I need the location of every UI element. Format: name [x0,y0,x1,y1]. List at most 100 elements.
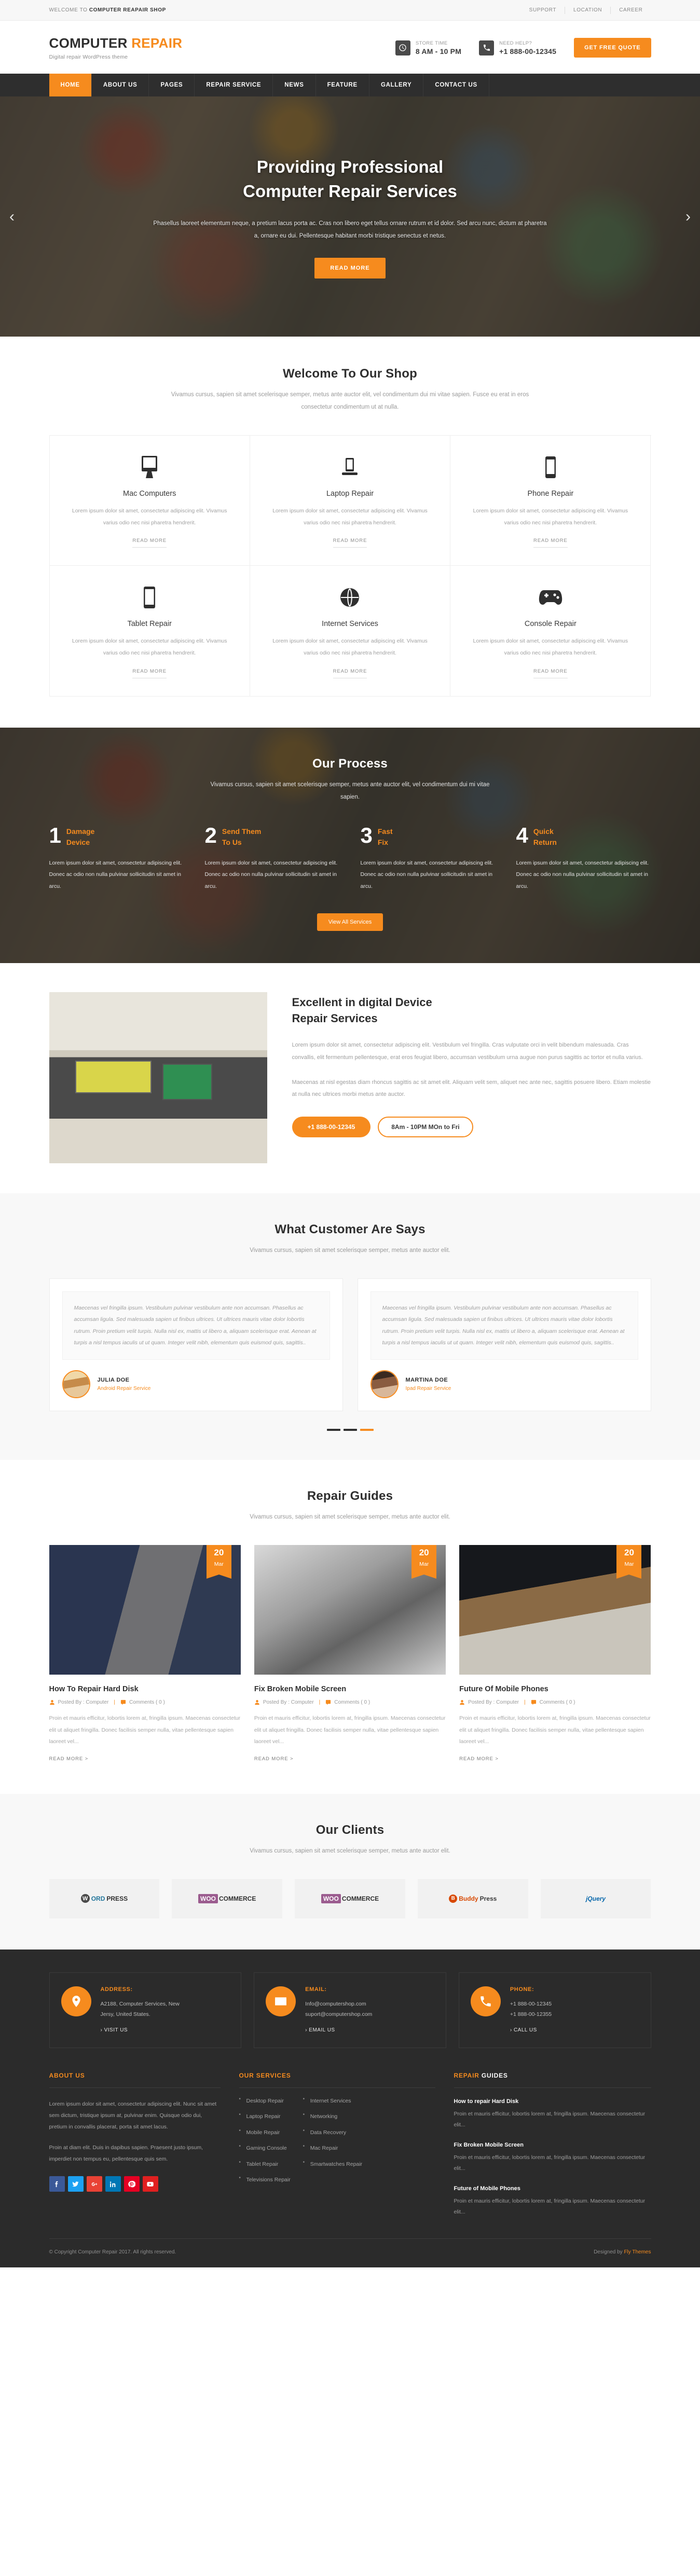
list-item[interactable]: Mac Repair [303,2145,362,2162]
service-read-more-link[interactable]: READ MORE [132,538,167,548]
excellent-hours-button[interactable]: 8Am - 10PM MOn to Fri [378,1116,473,1137]
list-item[interactable]: Tablet Repair [239,2161,291,2178]
globe-icon [268,586,432,609]
clients-title: Our Clients [315,1822,385,1837]
topbar-link-support[interactable]: SUPPORT [521,7,565,14]
service-card-internet-services[interactable]: Internet Services Lorem ipsum dolor sit … [250,566,451,697]
excellent-phone-button[interactable]: +1 888-00-12345 [292,1116,371,1137]
blog-author-meta: Posted By : Computer [459,1700,519,1705]
footer-contact-cards: ADDRESS: A2188, Computer Services, New J… [49,1972,651,2048]
pinterest-icon[interactable] [123,2176,140,2192]
list-item[interactable]: Smartwatches Repair [303,2161,362,2178]
service-read-more-link[interactable]: READ MORE [333,538,367,548]
list-item[interactable]: Mobile Repair [239,2129,291,2146]
service-card-tablet-repair[interactable]: Tablet Repair Lorem ipsum dolor sit amet… [49,566,250,697]
topbar-link-location[interactable]: LOCATION [565,6,610,14]
blog-card[interactable]: 20 Mar How To Repair Hard Disk Posted By… [49,1545,241,1763]
nav-item-feature[interactable]: FEATURE [316,74,369,96]
blog-post-title[interactable]: Future Of Mobile Phones [459,1685,651,1693]
nav-item-home[interactable]: HOME [49,74,92,96]
footer-guide-item[interactable]: Fix Broken Mobile Screen Proin et mauris… [454,2142,651,2174]
logo-tagline: Digital repair WordPress theme [49,54,128,60]
blog-post-title[interactable]: Fix Broken Mobile Screen [254,1685,446,1693]
list-item[interactable]: Laptop Repair [239,2113,291,2130]
nav-item-contact-us[interactable]: CONTACT US [423,74,489,96]
list-item[interactable]: Networking [303,2113,362,2130]
service-card-console-repair[interactable]: Console Repair Lorem ipsum dolor sit ame… [450,566,651,697]
blog-post-meta: Posted By : Computer | Comments ( 0 ) [254,1700,446,1705]
facebook-icon[interactable] [49,2176,65,2192]
repair-guides-section: Repair Guides Vivamus cursus, sapien sit… [0,1460,700,1794]
process-step-label: Damage Device [66,825,94,848]
blog-read-more-link[interactable]: READ MORE > [49,1756,89,1762]
blog-card[interactable]: 20 Mar Future Of Mobile Phones Posted By… [459,1545,651,1763]
hero-read-more-button[interactable]: READ MORE [314,258,386,279]
linkedin-icon[interactable] [105,2176,121,2192]
blog-read-more-link[interactable]: READ MORE > [254,1756,294,1762]
process-step-description: Lorem ipsum dolor sit amet, consectetur … [204,859,338,889]
client-logo-label: WOO [321,1893,341,1903]
list-item[interactable]: Internet Services [303,2098,362,2114]
hero-prev-arrow[interactable]: ‹ [9,208,15,225]
blog-card[interactable]: 20 Mar Fix Broken Mobile Screen Posted B… [254,1545,446,1763]
service-read-more-link[interactable]: READ MORE [533,538,568,548]
footer-call-us-link[interactable]: › CALL US [510,2027,537,2033]
blog-post-excerpt: Proin et mauris efficitur, lobortis lore… [254,1715,446,1745]
list-item[interactable]: Desktop Repair [239,2098,291,2114]
topbar-link-career[interactable]: CAREER [610,6,651,14]
client-logos: W ORD PRESS WOO COMMERCE WOO COMMERCE B Bud… [49,1878,651,1918]
client-logo-woocommerce[interactable]: WOO COMMERCE [172,1878,283,1918]
blog-post-title[interactable]: How To Repair Hard Disk [49,1685,241,1693]
footer-guide-item[interactable]: Future of Mobile Phones Proin et mauris … [454,2185,651,2218]
client-logo-jquery[interactable]: jQuery [540,1878,651,1918]
service-description: Lorem ipsum dolor sit amet, consectetur … [72,638,227,656]
nav-item-gallery[interactable]: GALLERY [369,74,424,96]
blog-thumbnail[interactable]: 20 Mar [459,1545,651,1675]
list-item[interactable]: Gaming Console [239,2145,291,2162]
smartphone-icon [468,455,633,479]
twitter-icon[interactable] [67,2176,84,2192]
client-logo-wordpress[interactable]: W ORD PRESS [49,1878,160,1918]
blog-author-meta: Posted By : Computer [254,1700,314,1705]
service-name: Phone Repair [527,490,574,498]
footer-visit-us-link[interactable]: › VISIT US [101,2027,128,2033]
service-description: Lorem ipsum dolor sit amet, consectetur … [272,638,428,656]
user-icon [460,1700,464,1705]
service-read-more-link[interactable]: READ MORE [533,669,568,678]
fly-themes-link[interactable]: Fly Themes [624,2249,651,2255]
hero-title-line2: Computer Repair Services [243,182,457,201]
client-logo-buddypress[interactable]: B Buddy Press [417,1878,528,1918]
service-name: Laptop Repair [326,490,374,498]
nav-item-repair-service[interactable]: REPAIR SERVICE [195,74,273,96]
carousel-dot-2[interactable] [343,1428,357,1431]
nav-item-news[interactable]: NEWS [273,74,316,96]
carousel-dot-1[interactable] [326,1428,340,1431]
blog-thumbnail[interactable]: 20 Mar [49,1545,241,1675]
service-card-laptop-repair[interactable]: Laptop Repair Lorem ipsum dolor sit amet… [250,436,451,566]
process-step-label-line1: Send Them [222,827,262,836]
blog-date-badge: 20 Mar [411,1545,437,1579]
nav-item-about-us[interactable]: ABOUT US [92,74,149,96]
footer-about-column: ABOUT US Lorem ipsum dolor sit amet, con… [49,2072,221,2218]
list-item[interactable]: Data Recovery [303,2129,362,2146]
service-card-mac-computers[interactable]: Mac Computers Lorem ipsum dolor sit amet… [49,436,250,566]
footer-email-us-link[interactable]: › EMAIL US [305,2027,335,2033]
get-free-quote-button[interactable]: GET FREE QUOTE [574,38,651,58]
blog-thumbnail[interactable]: 20 Mar [254,1545,446,1675]
service-card-phone-repair[interactable]: Phone Repair Lorem ipsum dolor sit amet,… [450,436,651,566]
service-read-more-link[interactable]: READ MORE [333,669,367,678]
carousel-dot-3[interactable] [360,1428,374,1431]
testimonial-card: Maecenas vel fringilla ipsum. Vestibulum… [357,1278,651,1411]
google-plus-icon[interactable] [86,2176,102,2192]
blog-read-more-link[interactable]: READ MORE > [459,1756,499,1762]
nav-item-pages[interactable]: PAGES [149,74,195,96]
service-read-more-link[interactable]: READ MORE [132,669,167,678]
client-logo-woocommerce-2[interactable]: WOO COMMERCE [295,1878,405,1918]
hero-next-arrow[interactable]: › [685,208,691,225]
view-all-services-button[interactable]: View All Services [317,913,383,931]
youtube-icon[interactable] [142,2176,158,2192]
tablet-icon [67,586,232,609]
list-item[interactable]: Televisions Repair [239,2177,291,2193]
logo[interactable]: COMPUTER REPAIR Digital repair WordPress… [49,35,183,60]
footer-guide-item[interactable]: How to repair Hard Disk Proin et mauris … [454,2098,651,2131]
